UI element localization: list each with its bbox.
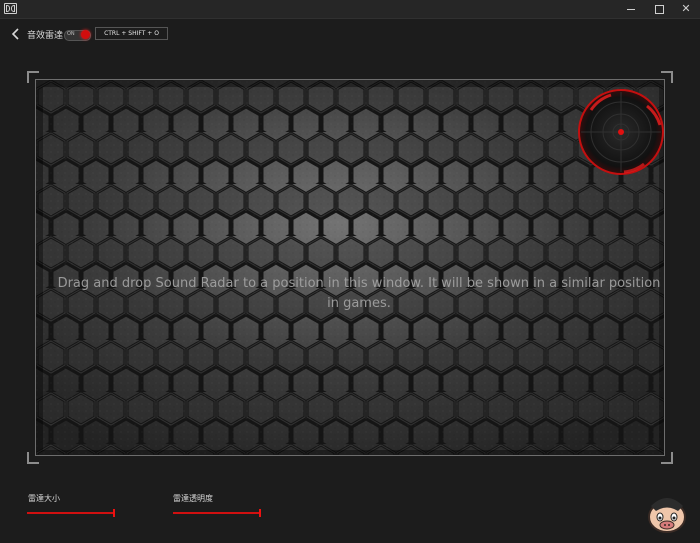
radar-opacity-slider[interactable] xyxy=(173,509,261,517)
radar-opacity-label: 雷達透明度 xyxy=(173,494,213,503)
toggle-label: ON xyxy=(67,31,75,37)
radar-preview-area[interactable]: Drag and drop Sound Radar to a position … xyxy=(35,79,665,456)
header-bar: 音效雷達 ON CTRL + SHIFT + O xyxy=(0,19,700,55)
sound-radar-icon[interactable] xyxy=(577,88,665,176)
slider-fill xyxy=(173,512,261,514)
slider-thumb[interactable] xyxy=(113,509,115,517)
maximize-button[interactable] xyxy=(645,0,673,18)
radar-preview-frame: Drag and drop Sound Radar to a position … xyxy=(27,71,673,464)
shortcut-key-field[interactable]: CTRL + SHIFT + O xyxy=(95,27,168,40)
page-title: 音效雷達 xyxy=(27,31,64,41)
radar-size-label: 雷達大小 xyxy=(28,494,60,503)
close-icon: ✕ xyxy=(681,2,691,15)
app-logo-icon xyxy=(4,3,17,14)
title-bar: ✕ xyxy=(0,0,700,19)
slider-fill xyxy=(27,512,115,514)
maximize-icon xyxy=(655,5,664,14)
minimize-button[interactable] xyxy=(617,0,645,18)
sound-radar-toggle[interactable]: ON xyxy=(64,29,91,41)
watermark-logo-icon xyxy=(648,498,686,533)
close-button[interactable]: ✕ xyxy=(672,0,700,18)
minimize-icon xyxy=(627,9,635,10)
slider-thumb[interactable] xyxy=(259,509,261,517)
radar-size-slider[interactable] xyxy=(27,509,115,517)
hexagon-background xyxy=(36,80,664,455)
chevron-left-icon[interactable] xyxy=(10,27,22,41)
toggle-knob xyxy=(81,30,90,39)
instruction-text: Drag and drop Sound Radar to a position … xyxy=(57,276,661,311)
